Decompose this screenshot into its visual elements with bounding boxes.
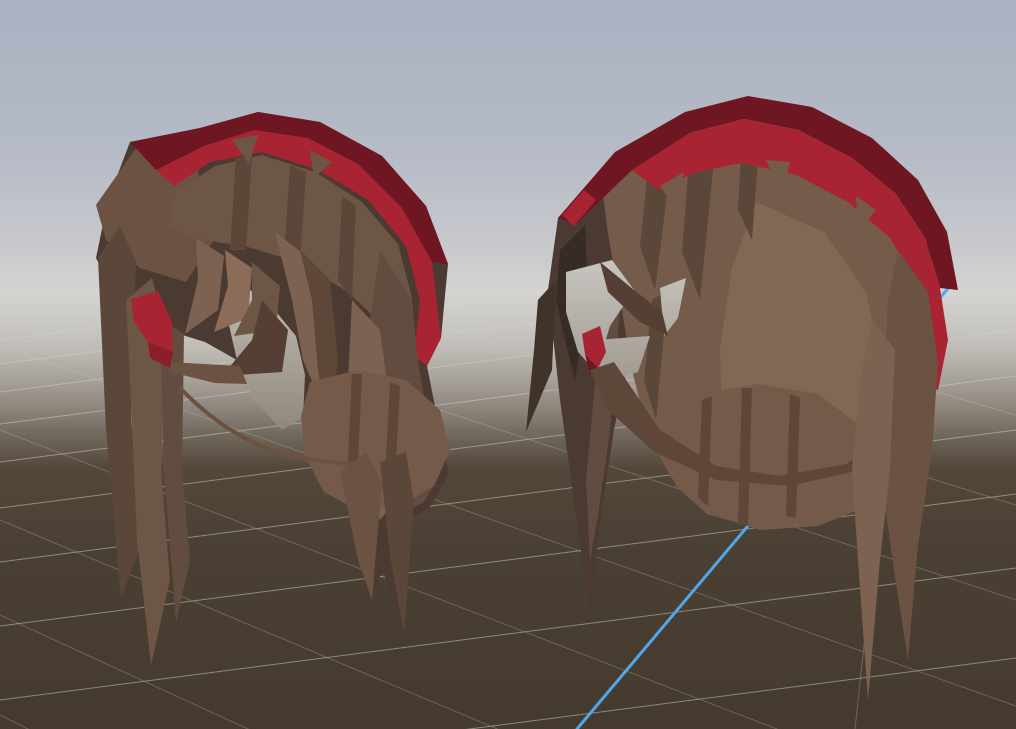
viewport-canvas bbox=[0, 0, 1016, 729]
3d-viewport[interactable] bbox=[0, 0, 1016, 729]
